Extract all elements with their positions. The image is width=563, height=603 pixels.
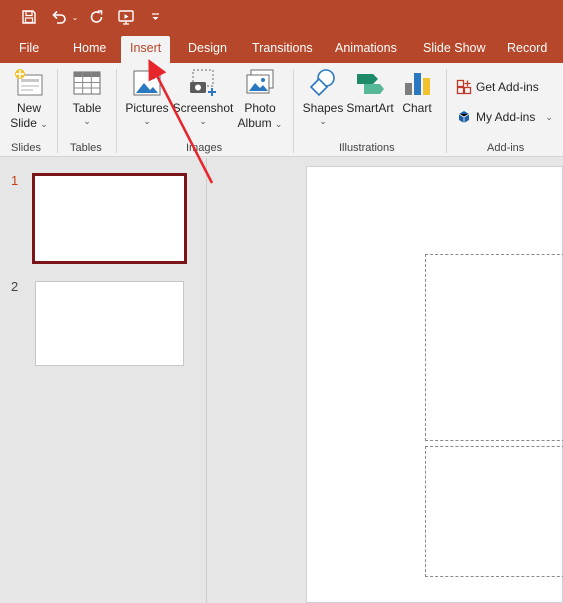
chart-label: Chart — [402, 101, 432, 115]
shapes-button[interactable]: Shapes ⌄ — [302, 67, 344, 126]
store-icon — [456, 79, 472, 95]
group-label-addins: Add-ins — [487, 142, 525, 154]
smartart-label: SmartArt — [346, 101, 394, 115]
tab-transitions[interactable]: Transitions — [252, 34, 313, 63]
shapes-icon — [309, 69, 335, 97]
chart-icon — [405, 73, 430, 95]
tab-insert[interactable]: Insert — [121, 36, 171, 63]
save-icon[interactable] — [18, 0, 40, 34]
subtitle-placeholder[interactable] — [425, 446, 563, 577]
new-slide-label-1: New — [16, 101, 41, 115]
powerpoint-window: ⌄ File Home Insert Design Transitions An… — [0, 0, 563, 603]
undo-dropdown-icon[interactable]: ⌄ — [70, 0, 80, 34]
group-label-illustrations: Illustrations — [339, 142, 395, 154]
chevron-down-icon: ⌄ — [199, 116, 207, 126]
undo-icon[interactable] — [48, 0, 70, 34]
slide-thumbnail-2[interactable] — [35, 281, 184, 366]
smartart-button[interactable]: SmartArt — [345, 67, 395, 116]
pictures-button[interactable]: Pictures ⌄ — [124, 67, 170, 126]
group-divider — [57, 69, 58, 153]
my-addins-label: My Add-ins — [476, 110, 536, 124]
get-addins-button[interactable]: Get Add-ins — [456, 77, 539, 97]
new-slide-label-2: Slide — [10, 116, 37, 130]
group-divider — [116, 69, 117, 153]
photo-album-label-1: Photo — [244, 101, 276, 115]
chevron-down-icon[interactable]: ⌄ — [545, 112, 553, 122]
chart-button[interactable]: Chart — [398, 67, 436, 116]
screenshot-button[interactable]: Screenshot ⌄ — [172, 67, 234, 126]
slide-editing-canvas — [208, 158, 563, 603]
slide-number: 2 — [11, 279, 19, 294]
tab-record[interactable]: Record — [507, 34, 547, 63]
title-placeholder[interactable] — [425, 254, 563, 441]
pictures-label: Pictures — [125, 101, 169, 115]
group-label-slides: Slides — [11, 142, 41, 154]
new-slide-button[interactable]: New Slide ⌄ — [6, 67, 52, 131]
slide-number: 1 — [11, 173, 19, 188]
redo-icon[interactable] — [86, 0, 108, 34]
tab-animations[interactable]: Animations — [335, 34, 397, 63]
new-slide-icon — [15, 69, 43, 96]
group-label-images: Images — [186, 142, 223, 154]
tab-slide-show[interactable]: Slide Show — [423, 34, 486, 63]
start-from-beginning-icon[interactable] — [114, 0, 140, 34]
table-button[interactable]: Table ⌄ — [67, 67, 107, 126]
chevron-down-icon: ⌄ — [83, 116, 91, 126]
group-divider — [446, 69, 447, 153]
my-addins-button[interactable]: My Add-ins ⌄ — [456, 107, 553, 127]
current-slide[interactable] — [306, 166, 563, 603]
screenshot-icon — [190, 69, 216, 96]
ribbon-insert: New Slide ⌄ Slides Table ⌄ Tables Pictur… — [0, 63, 563, 157]
smartart-icon — [357, 74, 384, 94]
chevron-down-icon: ⌄ — [143, 116, 151, 126]
slide-thumbnail-1[interactable] — [32, 173, 187, 264]
tab-file[interactable]: File — [19, 34, 39, 63]
my-addins-icon — [458, 111, 470, 123]
ribbon-tabs: File Home Insert Design Transitions Anim… — [0, 34, 563, 63]
table-label: Table — [72, 101, 102, 115]
chevron-down-icon: ⌄ — [319, 116, 327, 126]
title-bar: ⌄ — [0, 0, 563, 34]
tab-design[interactable]: Design — [188, 34, 227, 63]
chevron-down-icon: ⌄ — [40, 119, 48, 129]
group-label-tables: Tables — [70, 142, 102, 154]
pictures-icon — [133, 70, 161, 96]
group-divider — [293, 69, 294, 153]
get-addins-label: Get Add-ins — [476, 80, 539, 94]
photo-album-icon — [246, 69, 274, 94]
photo-album-label-2: Album — [237, 116, 272, 130]
customize-toolbar-icon[interactable] — [148, 0, 162, 34]
slide-thumbnail-pane: 1 2 — [0, 158, 207, 603]
photo-album-button[interactable]: Photo Album ⌄ — [236, 67, 284, 131]
screenshot-label: Screenshot — [172, 101, 234, 115]
chevron-down-icon: ⌄ — [274, 119, 283, 129]
table-icon — [73, 71, 101, 95]
tab-home[interactable]: Home — [73, 34, 106, 63]
shapes-label: Shapes — [302, 101, 344, 115]
